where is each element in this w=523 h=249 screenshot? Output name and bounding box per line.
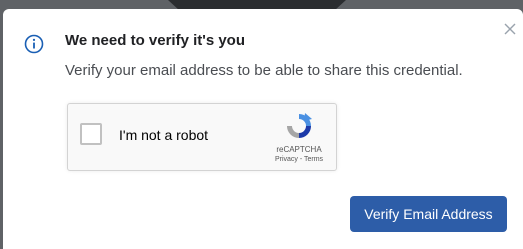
verify-email-button[interactable]: Verify Email Address: [350, 196, 507, 232]
recaptcha-label: I'm not a robot: [119, 127, 209, 143]
dialog-title: We need to verify it's you: [65, 32, 245, 49]
recaptcha-checkbox[interactable]: [80, 123, 102, 145]
dialog-message: Verify your email address to be able to …: [65, 62, 463, 79]
recaptcha-privacy-terms[interactable]: Privacy - Terms: [264, 156, 334, 163]
info-icon: [24, 34, 44, 54]
verify-dialog: We need to verify it's you Verify your e…: [3, 9, 523, 249]
recaptcha-widget: I'm not a robot reCAPTCHA Privacy - Term…: [67, 103, 337, 171]
close-icon[interactable]: [503, 22, 517, 36]
recaptcha-brand: reCAPTCHA: [276, 145, 322, 154]
recaptcha-logo-icon: [287, 113, 312, 138]
